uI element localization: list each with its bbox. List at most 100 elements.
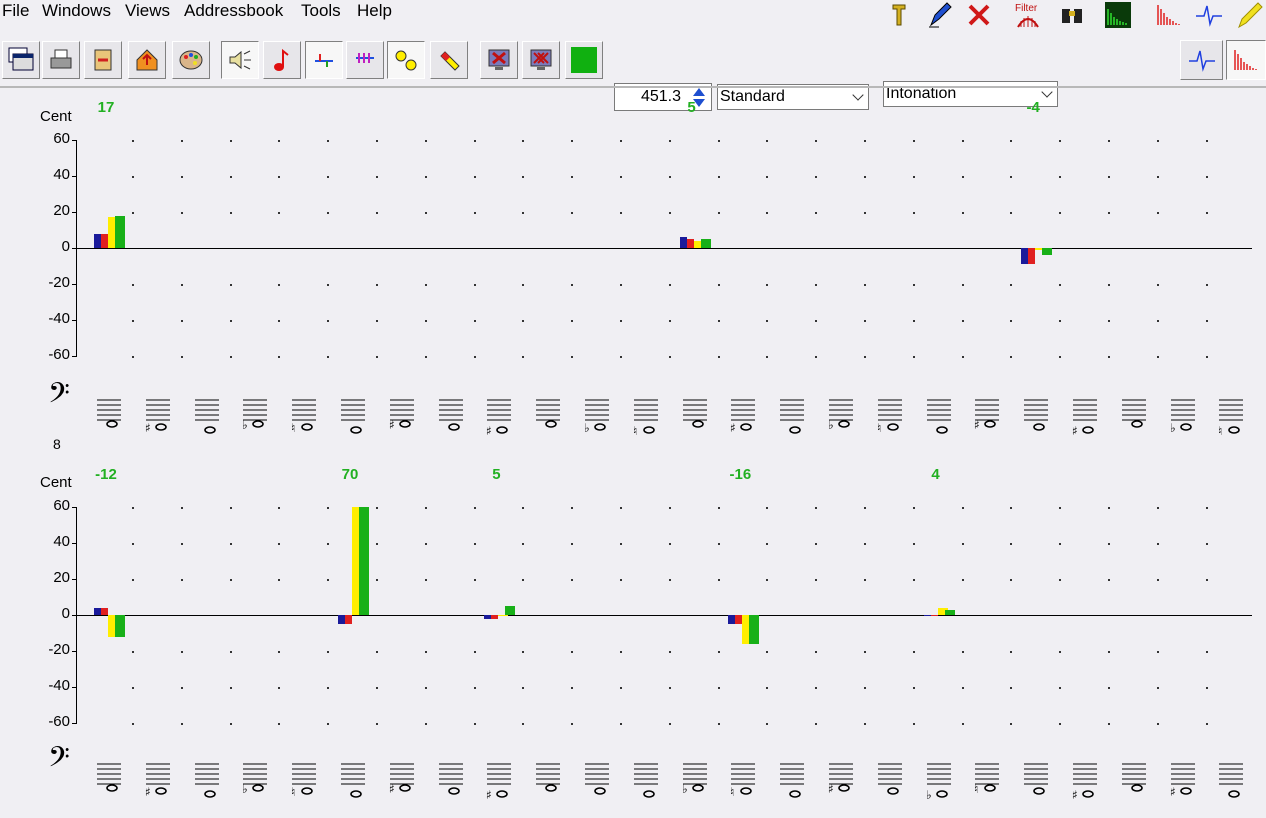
grid-dot xyxy=(522,723,525,725)
spectrum-red-icon[interactable] xyxy=(1154,0,1184,30)
menu-addressbook[interactable]: Addressbook xyxy=(184,1,283,21)
grid-dot xyxy=(912,212,915,214)
grid-dot xyxy=(571,543,574,545)
grid-dot xyxy=(620,651,622,653)
svg-text:♯: ♯ xyxy=(145,785,151,799)
grid-dot xyxy=(522,687,525,689)
staff-note xyxy=(926,399,951,434)
grid-dot xyxy=(766,176,769,178)
tuning-marks-button[interactable] xyxy=(305,41,343,79)
grid-dot xyxy=(1156,356,1159,358)
grid-dot xyxy=(229,543,232,545)
deviation-label: -4 xyxy=(1026,99,1040,116)
grid-dot xyxy=(424,176,427,178)
grid-dot xyxy=(912,284,915,286)
grid-dot xyxy=(815,579,818,581)
grid-dot xyxy=(278,579,281,581)
import-button[interactable] xyxy=(84,41,122,79)
yellow-dots-icon xyxy=(395,50,417,71)
deviation-bar xyxy=(923,615,931,616)
grid-dot xyxy=(961,507,964,509)
dots-button[interactable] xyxy=(387,41,425,79)
toolbar-separator xyxy=(0,86,1266,88)
grid-dot xyxy=(717,356,720,358)
capsule-icon xyxy=(440,51,460,71)
spectrum-view-button[interactable] xyxy=(1226,40,1266,80)
deviation-bar xyxy=(700,239,711,248)
delete-all-button[interactable] xyxy=(522,41,560,79)
grid-dot xyxy=(473,687,476,689)
close-x-icon[interactable] xyxy=(964,0,994,30)
delete-screen-button[interactable] xyxy=(480,41,518,79)
grid-dot xyxy=(961,212,964,214)
staff-note xyxy=(438,399,463,431)
menu-tools[interactable]: Tools xyxy=(301,1,341,21)
tuning-fork-icon[interactable] xyxy=(884,0,914,30)
spin-up-icon[interactable] xyxy=(693,88,705,96)
grid-dot xyxy=(961,140,964,142)
grid-dot xyxy=(1108,284,1110,286)
menu-views[interactable]: Views xyxy=(125,1,170,21)
grid-dot xyxy=(132,320,134,322)
grid-dot xyxy=(912,507,915,509)
deviation-bar xyxy=(101,233,108,248)
note-button[interactable] xyxy=(263,41,301,79)
capsule-button[interactable] xyxy=(430,41,468,79)
grid-dot xyxy=(1205,212,1208,214)
green-color-button[interactable] xyxy=(565,41,603,79)
waveform-blue-icon[interactable] xyxy=(1194,0,1224,30)
spectrum-green-icon[interactable] xyxy=(1103,0,1133,30)
speaker-button[interactable] xyxy=(221,41,259,79)
grid-dot xyxy=(424,356,427,358)
deviation-label: -16 xyxy=(729,466,752,483)
grid-dot xyxy=(1010,176,1013,178)
pencil-yellow-icon[interactable] xyxy=(1234,0,1264,30)
grid-dot xyxy=(1059,320,1062,322)
filter-icon[interactable]: Filter xyxy=(1013,0,1043,30)
grid-dot xyxy=(620,140,622,142)
staff-note: ♯ xyxy=(828,763,853,796)
svg-text:♯: ♯ xyxy=(730,421,736,435)
grid-dot xyxy=(376,579,378,581)
tuning-marks-alt-button[interactable] xyxy=(346,41,384,79)
waveform-icon xyxy=(1188,50,1215,72)
print-button[interactable] xyxy=(42,41,80,79)
grid-dot xyxy=(717,507,720,509)
grid-dot xyxy=(180,284,183,286)
grid-dot xyxy=(180,140,183,142)
grid-dot xyxy=(1156,212,1159,214)
grid-dot xyxy=(132,284,134,286)
palette-button[interactable] xyxy=(172,41,210,79)
menu-file[interactable]: File xyxy=(2,1,29,21)
preset-select-value: Standard xyxy=(720,88,785,105)
grid-dot xyxy=(1059,651,1062,653)
pen-icon[interactable] xyxy=(924,0,954,30)
grid-dot xyxy=(912,687,915,689)
grid-dot xyxy=(571,284,574,286)
waveform-view-button[interactable] xyxy=(1180,40,1223,80)
grid-dot xyxy=(766,579,769,581)
grid-dot xyxy=(424,687,427,689)
grid-dot xyxy=(522,356,525,358)
binoculars-icon[interactable] xyxy=(1057,0,1087,30)
grid-dot xyxy=(571,212,574,214)
grid-dot xyxy=(229,320,232,322)
grid-dot xyxy=(1108,687,1110,689)
y-tick-mark xyxy=(72,356,77,357)
grid-dot xyxy=(815,320,818,322)
grid-dot xyxy=(1205,579,1208,581)
menu-help[interactable]: Help xyxy=(357,1,392,21)
grid-dot xyxy=(1108,212,1110,214)
window-button[interactable] xyxy=(2,41,40,79)
grid-dot xyxy=(668,320,671,322)
svg-text:♭: ♭ xyxy=(828,418,834,432)
svg-text:♮: ♮ xyxy=(291,785,295,799)
grid-dot xyxy=(132,356,134,358)
staff-note: ♮ xyxy=(633,399,658,438)
staff-note: ♮ xyxy=(730,763,756,799)
grid-dot xyxy=(376,320,378,322)
menu-windows[interactable]: Windows xyxy=(42,1,111,21)
grid-dot xyxy=(766,507,769,509)
export-button[interactable] xyxy=(128,41,166,79)
grid-dot xyxy=(571,651,574,653)
